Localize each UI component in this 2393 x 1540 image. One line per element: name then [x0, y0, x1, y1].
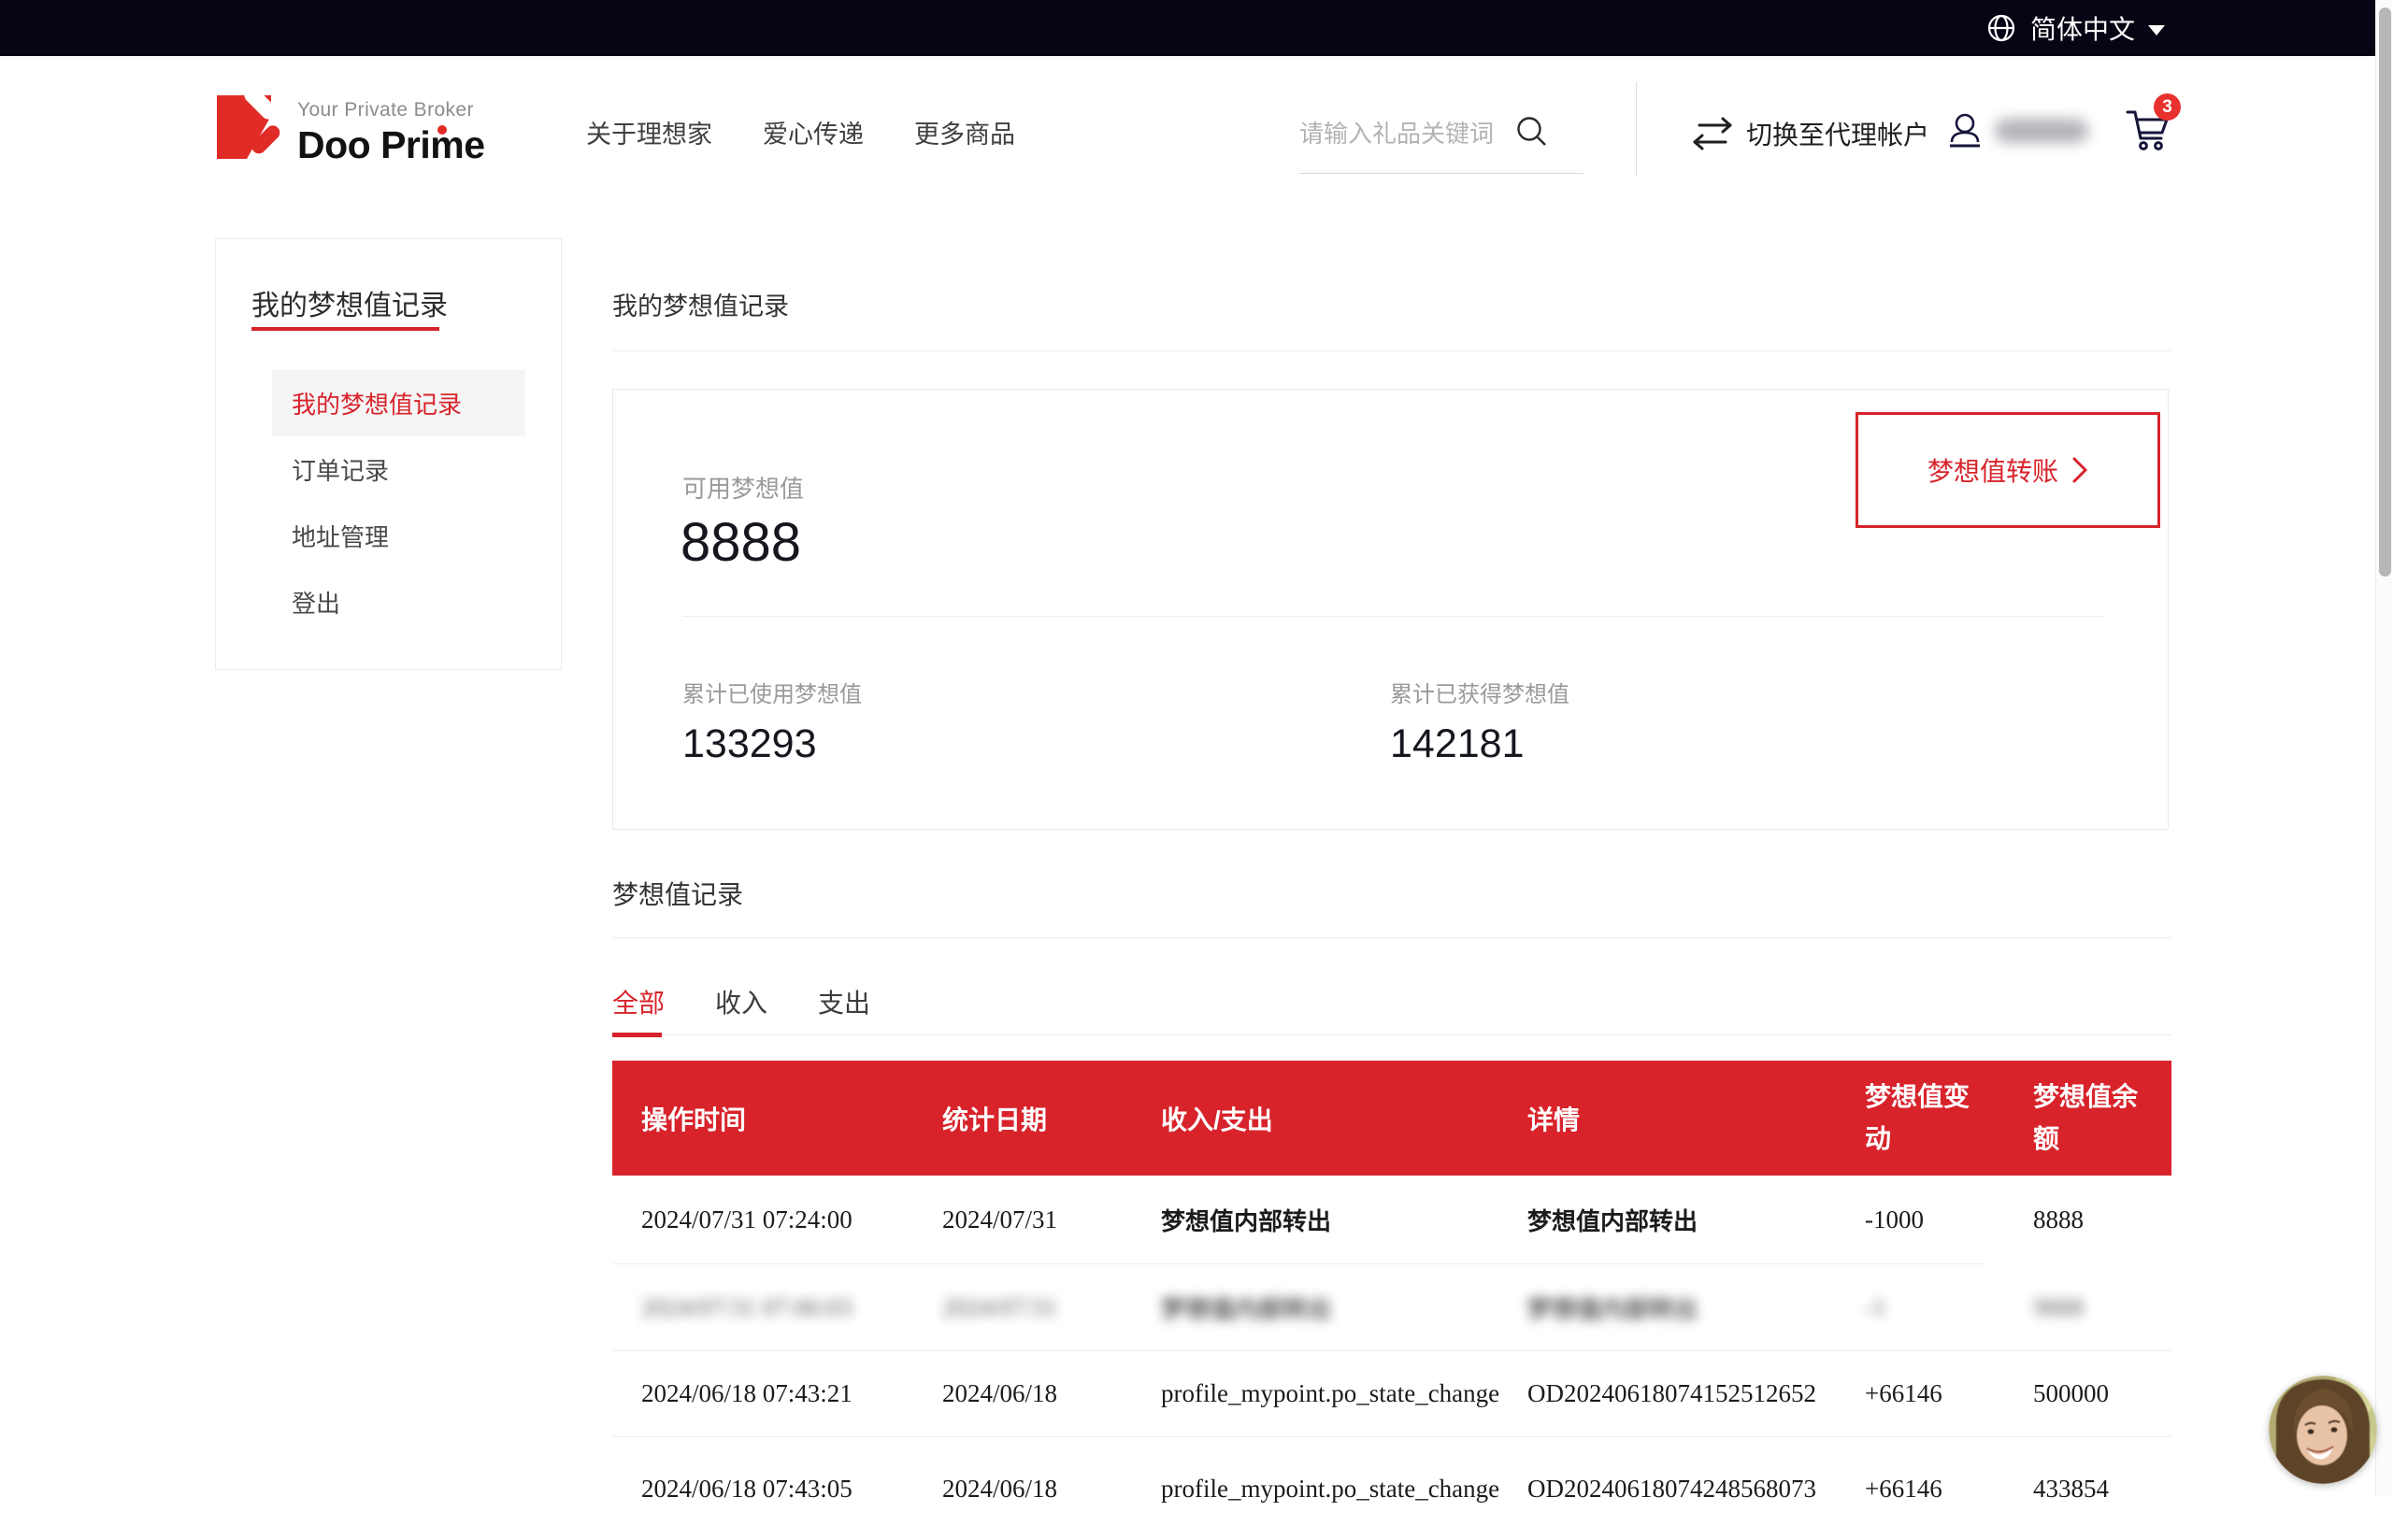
table-cell: -1000: [1836, 1205, 2004, 1234]
tabs-baseline: [612, 1034, 2171, 1035]
table-cell: 8888: [2004, 1205, 2171, 1234]
active-tab-underline: [612, 1033, 662, 1037]
table-header-label: 收入/支出: [1161, 1105, 1273, 1134]
sidebar-title-underline: [251, 327, 439, 331]
table-header-label: 操作时间: [641, 1105, 746, 1134]
table-header-cell: 统计日期: [913, 1100, 1132, 1137]
search-box: [1299, 108, 1583, 174]
table-header-cell: 梦想值变动: [1836, 1077, 2004, 1159]
swap-icon: [1692, 114, 1733, 153]
table-cell: 2024/06/18: [913, 1475, 1132, 1504]
table-cell: 梦想值内部转出: [1498, 1290, 1836, 1325]
table-cell: -1: [1836, 1293, 2004, 1322]
sidebar-item[interactable]: 订单记录: [272, 436, 525, 503]
sidebar-title: 我的梦想值记录: [251, 282, 448, 323]
switch-account-button[interactable]: 切换至代理帐户: [1692, 112, 1929, 155]
table-row: 2024/07/31 07:06:032024/07/31梦想值内部转出梦想值内…: [612, 1264, 2171, 1350]
tab-item[interactable]: 收入: [715, 983, 767, 1037]
brand-dot: [437, 125, 447, 135]
table-cell: 梦想值内部转出: [1132, 1290, 1498, 1325]
card-divider: [682, 616, 2104, 617]
switch-account-label: 切换至代理帐户: [1746, 115, 1929, 152]
records-section-title: 梦想值记录: [612, 875, 743, 912]
support-avatar[interactable]: [2269, 1376, 2377, 1484]
table-cell: 500000: [2004, 1379, 2171, 1408]
table-cell: 梦想值内部转出: [1132, 1203, 1498, 1237]
logo-tagline: Your Private Broker: [297, 99, 485, 121]
available-value-label: 可用梦想值: [682, 470, 804, 505]
language-selector[interactable]: 简体中文: [1985, 0, 2165, 56]
table-cell: +66146: [1836, 1475, 2004, 1504]
earned-value: 142181: [1390, 721, 1569, 767]
header-divider: [1636, 82, 1637, 177]
nav-item[interactable]: 关于理想家: [586, 114, 712, 150]
table-header-label: 梦想值余额: [2033, 1077, 2147, 1159]
table-cell: 433854: [2004, 1475, 2171, 1504]
table-cell: 2024/06/18 07:43:05: [612, 1475, 913, 1504]
table-cell: profile_mypoint.po_state_change: [1132, 1475, 1498, 1504]
table-cell: OD20240618074248568073: [1498, 1475, 1836, 1504]
table-header-cell: 收入/支出: [1132, 1100, 1498, 1137]
records-tabs: 全部收入支出: [612, 983, 870, 1037]
globe-icon: [1985, 12, 2017, 44]
transfer-button[interactable]: 梦想值转账: [1856, 412, 2160, 528]
scrollbar-thumb[interactable]: [2379, 7, 2391, 577]
main-nav: 关于理想家 爱心传递 更多商品: [586, 114, 1015, 150]
table-header-cell: 梦想值余额: [2004, 1077, 2171, 1159]
table-header-label: 梦想值变动: [1865, 1077, 1979, 1159]
sidebar-menu: 我的梦想值记录订单记录地址管理登出: [216, 370, 561, 635]
logo-brand: Doo Prime: [297, 123, 485, 167]
chevron-down-icon: [2148, 25, 2165, 36]
table-row: 2024/06/18 07:43:052024/06/18profile_myp…: [612, 1437, 2171, 1540]
used-value: 133293: [682, 721, 862, 767]
sidebar-item[interactable]: 地址管理: [272, 503, 525, 569]
sidebar-item[interactable]: 我的梦想值记录: [272, 370, 525, 436]
sidebar-item[interactable]: 登出: [272, 569, 525, 635]
table-header-label: 详情: [1527, 1105, 1580, 1134]
scrollbar-track: [2375, 0, 2393, 1495]
table-cell: 9888: [2004, 1293, 2171, 1322]
dream-value-summary-card: 可用梦想值 8888 梦想值转账 累计已使用梦想值 133293 累计已获得梦想…: [612, 389, 2169, 830]
available-value: 8888: [681, 511, 801, 574]
language-label: 简体中文: [2030, 9, 2135, 47]
table-cell: profile_mypoint.po_state_change: [1132, 1379, 1498, 1408]
table-cell: OD20240618074152512652: [1498, 1379, 1836, 1408]
table-cell: 2024/07/31 07:06:03: [612, 1293, 913, 1322]
table-cell: 2024/06/18: [913, 1379, 1132, 1408]
tab-item[interactable]: 支出: [818, 983, 870, 1037]
nav-item[interactable]: 爱心传递: [763, 114, 864, 150]
cart-badge: 3: [2154, 93, 2181, 121]
chevron-right-icon: [2071, 456, 2088, 484]
used-value-label: 累计已使用梦想值: [682, 676, 862, 708]
username-blurred: [1995, 119, 2088, 143]
table-cell: +66146: [1836, 1379, 2004, 1408]
table-header: 操作时间 统计日期 收入/支出 详情 梦想值变动梦想值余额: [612, 1061, 2171, 1176]
logo[interactable]: Your Private Broker Doo Prime: [215, 92, 485, 167]
table-body: 2024/07/31 07:24:002024/07/31梦想值内部转出梦想值内…: [612, 1176, 2171, 1540]
nav-item[interactable]: 更多商品: [914, 114, 1015, 150]
table-cell: 2024/07/31 07:24:00: [612, 1205, 913, 1234]
earned-value-label: 累计已获得梦想值: [1390, 676, 1569, 708]
user-account[interactable]: [1946, 110, 2088, 151]
table-row: 2024/07/31 07:24:002024/07/31梦想值内部转出梦想值内…: [612, 1176, 2171, 1263]
table-header-cell: 操作时间: [612, 1100, 913, 1137]
divider: [612, 350, 2171, 351]
table-cell: 梦想值内部转出: [1498, 1203, 1836, 1237]
divider: [612, 937, 2171, 938]
table-header-label: 统计日期: [942, 1105, 1047, 1134]
table-header-cell: 详情: [1498, 1100, 1836, 1137]
topbar: 简体中文: [0, 0, 2393, 56]
page-title: 我的梦想值记录: [612, 286, 789, 322]
user-icon: [1946, 110, 1984, 151]
table-cell: 2024/06/18 07:43:21: [612, 1379, 913, 1408]
search-icon[interactable]: [1514, 114, 1550, 150]
logo-mark-icon: [215, 92, 288, 164]
tab-active[interactable]: 全部: [612, 983, 665, 1037]
table-cell: 2024/07/31: [913, 1293, 1132, 1322]
table-row: 2024/06/18 07:43:212024/06/18profile_myp…: [612, 1351, 2171, 1436]
sidebar: 我的梦想值记录 我的梦想值记录订单记录地址管理登出: [215, 238, 562, 670]
table-cell: 2024/07/31: [913, 1205, 1132, 1234]
